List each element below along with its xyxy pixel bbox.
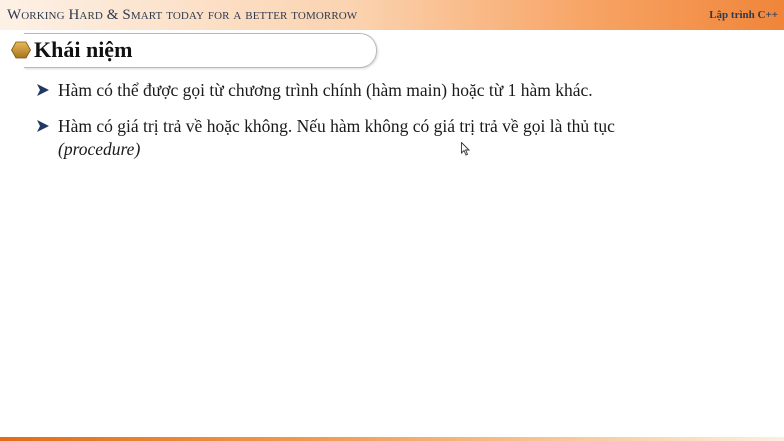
header-tagline: Working Hard & Smart today for a better … [7,7,358,23]
bullet-text-2-container: Hàm có giá trị trả về hoặc không. Nếu hà… [58,115,751,161]
mouse-pointer-icon [461,142,470,156]
header-course-title: Lập trình C++ [709,9,778,21]
bullet-text-2: Hàm có giá trị trả về hoặc không. Nếu hà… [58,116,615,136]
header-bar: Working Hard & Smart today for a better … [0,0,784,30]
arrow-bullet-icon [37,120,49,132]
arrow-bullet-icon [37,84,49,96]
section-title: Khái niệm [34,37,133,62]
bullet-text-2-italic: (procedure) [58,139,141,159]
bullet-text-1: Hàm có thể được gọi từ chương trình chín… [58,80,593,100]
hexagon-icon [11,41,31,59]
footer-bar [0,437,784,441]
